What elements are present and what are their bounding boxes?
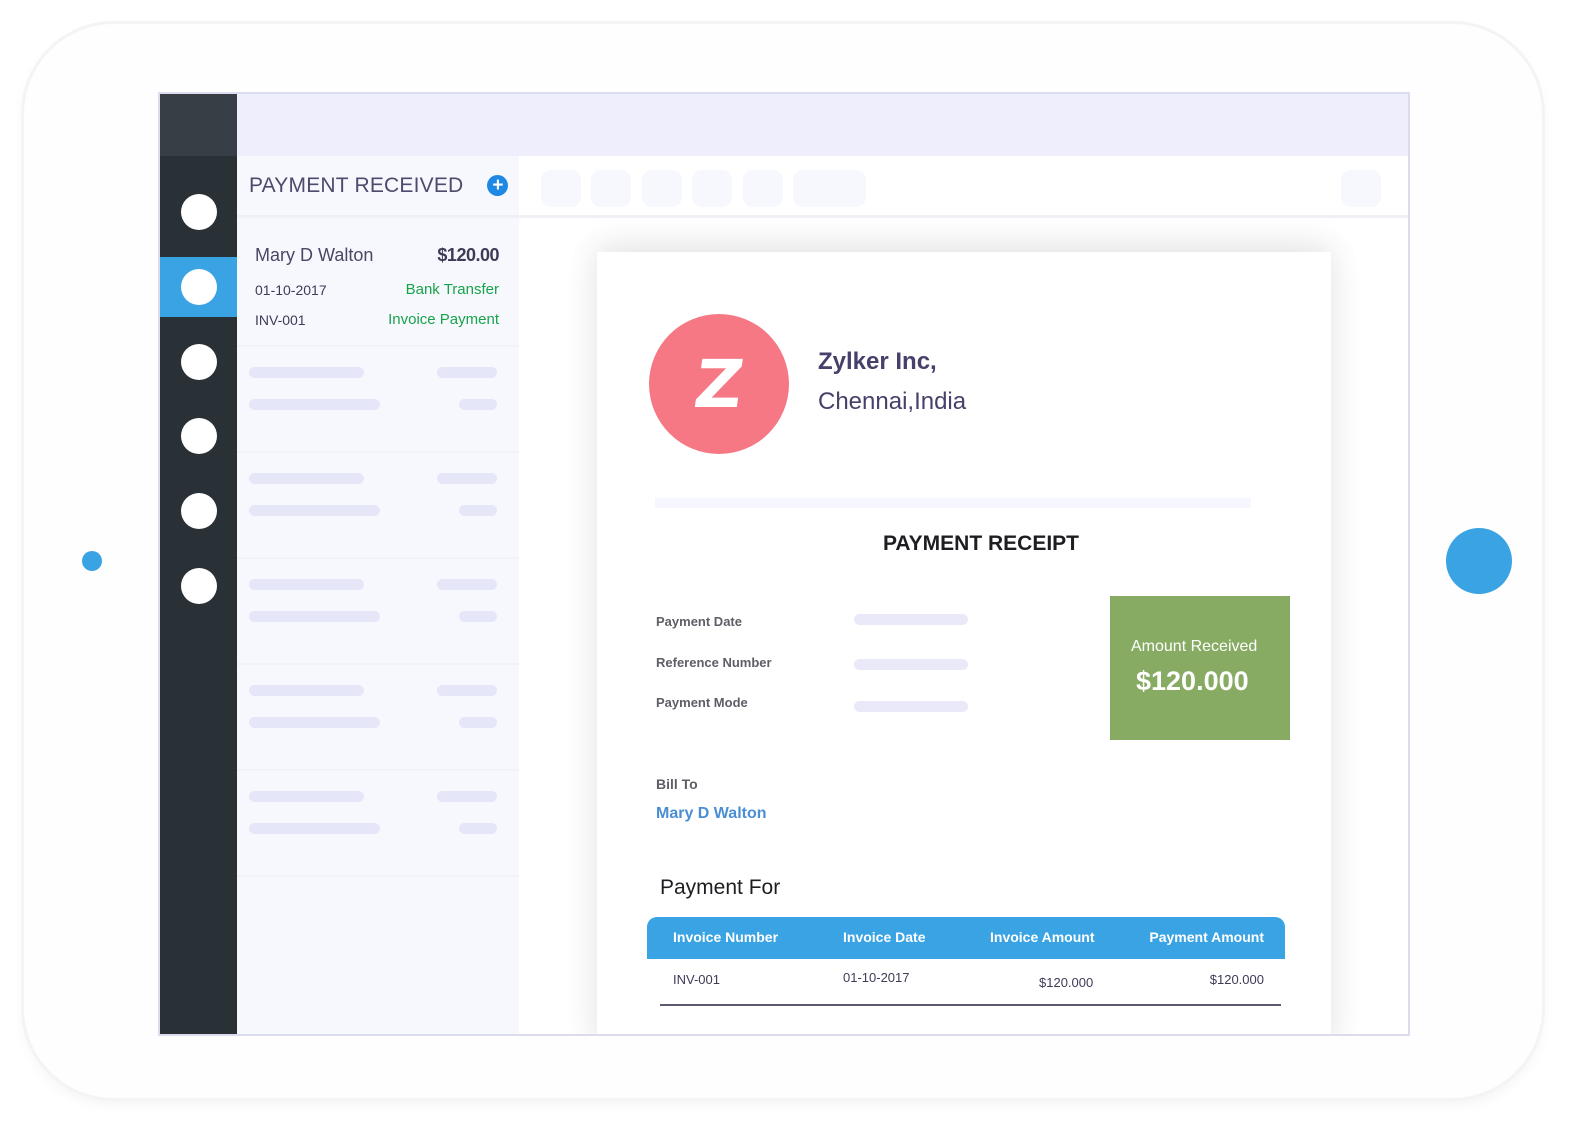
nav-item-payments-received[interactable]	[160, 257, 237, 317]
nav-item-3[interactable]	[160, 332, 237, 392]
list-item-placeholder[interactable]	[237, 347, 519, 453]
add-payment-button[interactable]: +	[487, 175, 509, 196]
payment-mode-value-placeholder	[854, 701, 968, 712]
nav-icon	[180, 269, 217, 305]
skeleton-bar	[249, 367, 364, 378]
invoice-reference: INV-001	[255, 312, 306, 328]
skeleton-bar	[459, 505, 497, 516]
column-header-invoice-date: Invoice Date	[843, 929, 926, 945]
list-item-placeholder[interactable]	[237, 665, 519, 771]
top-bar	[237, 94, 1408, 156]
payment-date-value-placeholder	[854, 614, 968, 625]
toolbar-button-4[interactable]	[692, 170, 732, 207]
payments-list-pane: PAYMENT RECEIVED + Mary D Walton $120.00…	[237, 156, 519, 1034]
skeleton-bar	[249, 579, 364, 590]
column-header-invoice-number: Invoice Number	[673, 929, 779, 945]
payment-type: Invoice Payment	[388, 311, 499, 328]
amount-received-value: $120.000	[1136, 666, 1249, 696]
skeleton-bar	[437, 579, 497, 590]
payment-mode-label: Payment Mode	[656, 695, 748, 710]
skeleton-bar	[249, 505, 380, 516]
nav-item-4[interactable]	[160, 406, 237, 466]
bill-to-customer-link[interactable]: Mary D Walton	[656, 805, 767, 823]
list-header: PAYMENT RECEIVED +	[237, 156, 519, 218]
cell-payment-amount: $120.000	[1209, 972, 1264, 987]
decorative-dot-large	[1446, 528, 1512, 594]
nav-icon	[180, 418, 217, 454]
organization-location: Chennai,India	[818, 388, 967, 415]
skeleton-bar	[249, 685, 364, 696]
skeleton-bar	[249, 611, 380, 622]
skeleton-bar	[437, 473, 497, 484]
nav-item-1[interactable]	[160, 182, 237, 242]
amount-received-box: Amount Received $120.000	[1110, 596, 1290, 740]
list-item-placeholder[interactable]	[237, 453, 519, 559]
skeleton-bar	[459, 611, 497, 622]
nav-item-6[interactable]	[160, 556, 237, 616]
skeleton-bar	[249, 823, 380, 834]
company-logo: Z	[649, 314, 789, 454]
list-item-placeholder[interactable]	[237, 771, 519, 877]
customer-name: Mary D Walton	[255, 245, 374, 265]
nav-icon	[180, 194, 217, 230]
cell-invoice-amount: $120.000	[1039, 975, 1094, 990]
skeleton-bar	[437, 367, 497, 378]
column-header-invoice-amount: Invoice Amount	[990, 929, 1095, 945]
skeleton-bar	[249, 791, 364, 802]
organization-name: Zylker Inc,	[818, 348, 937, 375]
bill-to-label: Bill To	[656, 776, 698, 792]
payment-date-label: Payment Date	[656, 614, 742, 629]
list-title: PAYMENT RECEIVED	[249, 173, 464, 197]
reference-number-label: Reference Number	[656, 655, 772, 670]
divider	[655, 498, 1251, 508]
detail-pane: Z Zylker Inc, Chennai,India PAYMENT RECE…	[519, 156, 1408, 1034]
payment-for-title: Payment For	[660, 876, 781, 899]
skeleton-bar	[249, 473, 364, 484]
nav-item-5[interactable]	[160, 481, 237, 541]
skeleton-bar	[249, 717, 380, 728]
cell-invoice-number: INV-001	[673, 972, 720, 987]
toolbar-button-5[interactable]	[743, 170, 783, 207]
plus-icon: +	[492, 175, 504, 196]
nav-icon	[180, 493, 217, 529]
skeleton-bar	[249, 399, 380, 410]
logo-letter: Z	[689, 345, 749, 423]
app-window: PAYMENT RECEIVED + Mary D Walton $120.00…	[158, 92, 1410, 1036]
rail-logo-area	[160, 94, 237, 156]
payment-amount: $120.00	[437, 245, 499, 265]
receipt-title: PAYMENT RECEIPT	[882, 532, 1080, 555]
skeleton-bar	[459, 823, 497, 834]
list-item-placeholder[interactable]	[237, 559, 519, 665]
skeleton-bar	[459, 717, 497, 728]
skeleton-bar	[437, 685, 497, 696]
toolbar-button-more[interactable]	[1341, 170, 1381, 207]
payment-date: 01-10-2017	[255, 282, 327, 298]
nav-rail	[160, 94, 237, 1034]
toolbar-button-6[interactable]	[793, 170, 866, 207]
amount-received-label: Amount Received	[1131, 638, 1258, 655]
table-row: INV-001 01-10-2017 $120.000 $120.000	[660, 959, 1281, 1006]
payment-for-table: Invoice Number Invoice Date Invoice Amou…	[647, 917, 1285, 1006]
skeleton-bar	[459, 399, 497, 410]
table-header: Invoice Number Invoice Date Invoice Amou…	[647, 917, 1285, 959]
skeleton-bar	[437, 791, 497, 802]
reference-number-value-placeholder	[854, 659, 968, 670]
cell-invoice-date: 01-10-2017	[843, 970, 910, 985]
column-header-payment-amount: Payment Amount	[1149, 929, 1264, 945]
toolbar-button-3[interactable]	[642, 170, 682, 207]
decorative-dot-small	[82, 551, 102, 571]
payment-receipt-document: Z Zylker Inc, Chennai,India PAYMENT RECE…	[597, 252, 1331, 1034]
toolbar-button-2[interactable]	[591, 170, 631, 207]
nav-icon	[180, 344, 217, 380]
nav-icon	[180, 568, 217, 604]
payment-mode: Bank Transfer	[405, 281, 499, 298]
toolbar-button-1[interactable]	[541, 170, 581, 207]
list-item-selected[interactable]: Mary D Walton $120.00 01-10-2017 Bank Tr…	[237, 218, 519, 347]
detail-toolbar	[519, 156, 1408, 218]
